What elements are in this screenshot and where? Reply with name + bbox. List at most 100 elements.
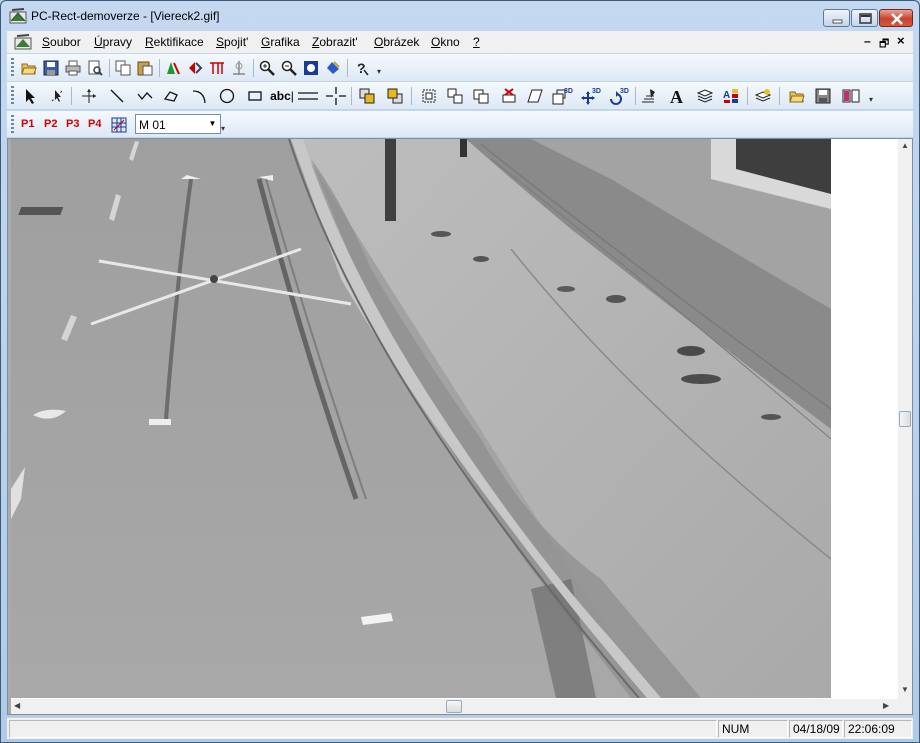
svg-text:3D: 3D xyxy=(620,88,629,95)
crosshair-icon[interactable] xyxy=(325,86,347,106)
rectify-red-icon[interactable] xyxy=(185,58,205,78)
toolbar-drawing: abc | 3D 3D 3D A A ▾ xyxy=(7,82,913,110)
menu-grafika[interactable]: Grafika xyxy=(261,35,300,49)
zoom-out-icon[interactable] xyxy=(279,58,299,78)
point-p3-button[interactable]: P3 xyxy=(66,118,79,130)
svg-text:3D: 3D xyxy=(592,88,601,95)
save-icon[interactable] xyxy=(41,58,61,78)
skew-icon[interactable] xyxy=(525,86,545,106)
toolbar-overflow-icon[interactable]: ▾ xyxy=(867,94,875,106)
send-back-icon[interactable] xyxy=(385,86,405,106)
mdi-minimize-button[interactable]: – xyxy=(864,34,871,48)
toolbar-points: P1 P2 P3 P4 M 01 ▼ ▾ xyxy=(7,111,913,138)
select-node-icon[interactable] xyxy=(47,86,67,106)
vertical-scrollbar[interactable]: ▲ ▼ xyxy=(898,139,912,699)
ungroup-icon[interactable] xyxy=(445,86,465,106)
3d-scale-icon[interactable]: 3D xyxy=(551,86,575,106)
bring-front-icon[interactable] xyxy=(357,86,377,106)
print-preview-icon[interactable] xyxy=(85,58,105,78)
group-icon[interactable] xyxy=(419,86,439,106)
svg-text:A: A xyxy=(723,90,730,101)
move-points-icon[interactable] xyxy=(79,86,99,106)
help-icon[interactable]: ? xyxy=(351,58,371,78)
grid-points-icon[interactable] xyxy=(109,115,129,135)
line-tool-icon[interactable] xyxy=(107,86,127,106)
toolbar-grip[interactable] xyxy=(11,58,14,78)
rectangle-tool-icon[interactable] xyxy=(245,86,265,106)
app-logo-icon xyxy=(9,8,27,24)
open-icon[interactable] xyxy=(19,58,39,78)
circle-tool-icon[interactable] xyxy=(217,86,237,106)
rectify-grid-icon[interactable] xyxy=(207,58,227,78)
document-icon[interactable] xyxy=(13,33,33,51)
parallel-lines-icon[interactable] xyxy=(297,86,319,106)
menu-upravy[interactable]: Úpravy xyxy=(94,35,132,49)
toolbar-grip[interactable] xyxy=(11,115,14,135)
minimize-button[interactable] xyxy=(823,9,850,27)
polygon-tool-icon[interactable] xyxy=(161,86,181,106)
horizontal-scroll-thumb[interactable] xyxy=(446,700,462,713)
measure-icon[interactable] xyxy=(229,58,249,78)
title-bar[interactable]: PC-Rect-demoverze - [Viereck2.gif] xyxy=(1,1,919,31)
open-project-icon[interactable] xyxy=(787,86,807,106)
document-area: ▲ ▼ ◀ ▶ xyxy=(7,138,913,715)
polyline-tool-icon[interactable] xyxy=(135,86,155,106)
svg-text:A: A xyxy=(670,87,683,105)
scroll-corner xyxy=(898,699,912,714)
mdi-close-button[interactable]: × xyxy=(897,33,905,48)
copy-icon[interactable] xyxy=(113,58,133,78)
horizontal-scrollbar[interactable]: ◀ ▶ xyxy=(11,699,898,714)
pen-style-icon[interactable] xyxy=(639,86,659,106)
delete-object-icon[interactable] xyxy=(499,86,519,106)
model-select[interactable]: M 01 ▼ xyxy=(135,114,221,134)
menu-obrazek[interactable]: Obrázek xyxy=(374,35,419,49)
menu-help[interactable]: ? xyxy=(473,35,480,49)
menu-soubor[interactable]: Soubor xyxy=(42,35,81,49)
pan-icon[interactable] xyxy=(323,58,343,78)
print-icon[interactable] xyxy=(63,58,83,78)
menu-okno[interactable]: Okno xyxy=(431,35,460,49)
layers-icon[interactable] xyxy=(695,86,715,106)
save-project-icon[interactable] xyxy=(813,86,833,106)
app-window: PC-Rect-demoverze - [Viereck2.gif] Soubo… xyxy=(0,0,920,743)
toolbar-grip[interactable] xyxy=(11,86,14,106)
status-bar: NUM 04/18/09 22:06:09 xyxy=(7,717,913,739)
scroll-up-icon[interactable]: ▲ xyxy=(901,141,909,150)
menu-spojit[interactable]: Spojit' xyxy=(216,35,248,49)
font-icon[interactable]: A xyxy=(667,86,687,106)
colors-icon[interactable]: A xyxy=(721,86,741,106)
menu-rektifikace[interactable]: Rektifikace xyxy=(145,35,204,49)
maximize-button[interactable] xyxy=(851,9,878,27)
new-layer-icon[interactable] xyxy=(753,86,773,106)
status-date: 04/18/09 xyxy=(789,720,843,738)
road-photo[interactable] xyxy=(11,139,831,698)
toolbar-overflow-icon[interactable]: ▾ xyxy=(375,66,383,78)
3d-rotate-icon[interactable]: 3D xyxy=(607,86,631,106)
menu-zobrazit[interactable]: Zobrazit' xyxy=(312,35,358,49)
book-icon[interactable] xyxy=(841,86,861,106)
close-button[interactable] xyxy=(879,9,913,27)
point-p2-button[interactable]: P2 xyxy=(44,118,57,130)
scroll-left-icon[interactable]: ◀ xyxy=(14,701,20,710)
rectify-green-icon[interactable] xyxy=(163,58,183,78)
svg-text:3D: 3D xyxy=(564,88,573,95)
paste-icon[interactable] xyxy=(135,58,155,78)
chevron-down-icon[interactable]: ▼ xyxy=(205,115,220,133)
window-title: PC-Rect-demoverze - [Viereck2.gif] xyxy=(31,9,220,23)
image-canvas[interactable] xyxy=(11,139,898,699)
status-message xyxy=(9,720,717,738)
duplicate-icon[interactable] xyxy=(471,86,491,106)
3d-move-icon[interactable]: 3D xyxy=(579,86,603,106)
arc-tool-icon[interactable] xyxy=(189,86,209,106)
text-tool-button[interactable]: abc | xyxy=(269,86,295,106)
toolbar-overflow-icon[interactable]: ▾ xyxy=(219,123,227,135)
point-p1-button[interactable]: P1 xyxy=(21,118,34,130)
zoom-in-icon[interactable] xyxy=(257,58,277,78)
mdi-restore-button[interactable]: 🗗 xyxy=(879,35,889,54)
zoom-fit-icon[interactable] xyxy=(301,58,321,78)
scroll-right-icon[interactable]: ▶ xyxy=(883,701,889,710)
point-p4-button[interactable]: P4 xyxy=(88,118,101,130)
select-arrow-icon[interactable] xyxy=(21,86,41,106)
scroll-down-icon[interactable]: ▼ xyxy=(901,685,909,694)
vertical-scroll-thumb[interactable] xyxy=(899,411,911,427)
